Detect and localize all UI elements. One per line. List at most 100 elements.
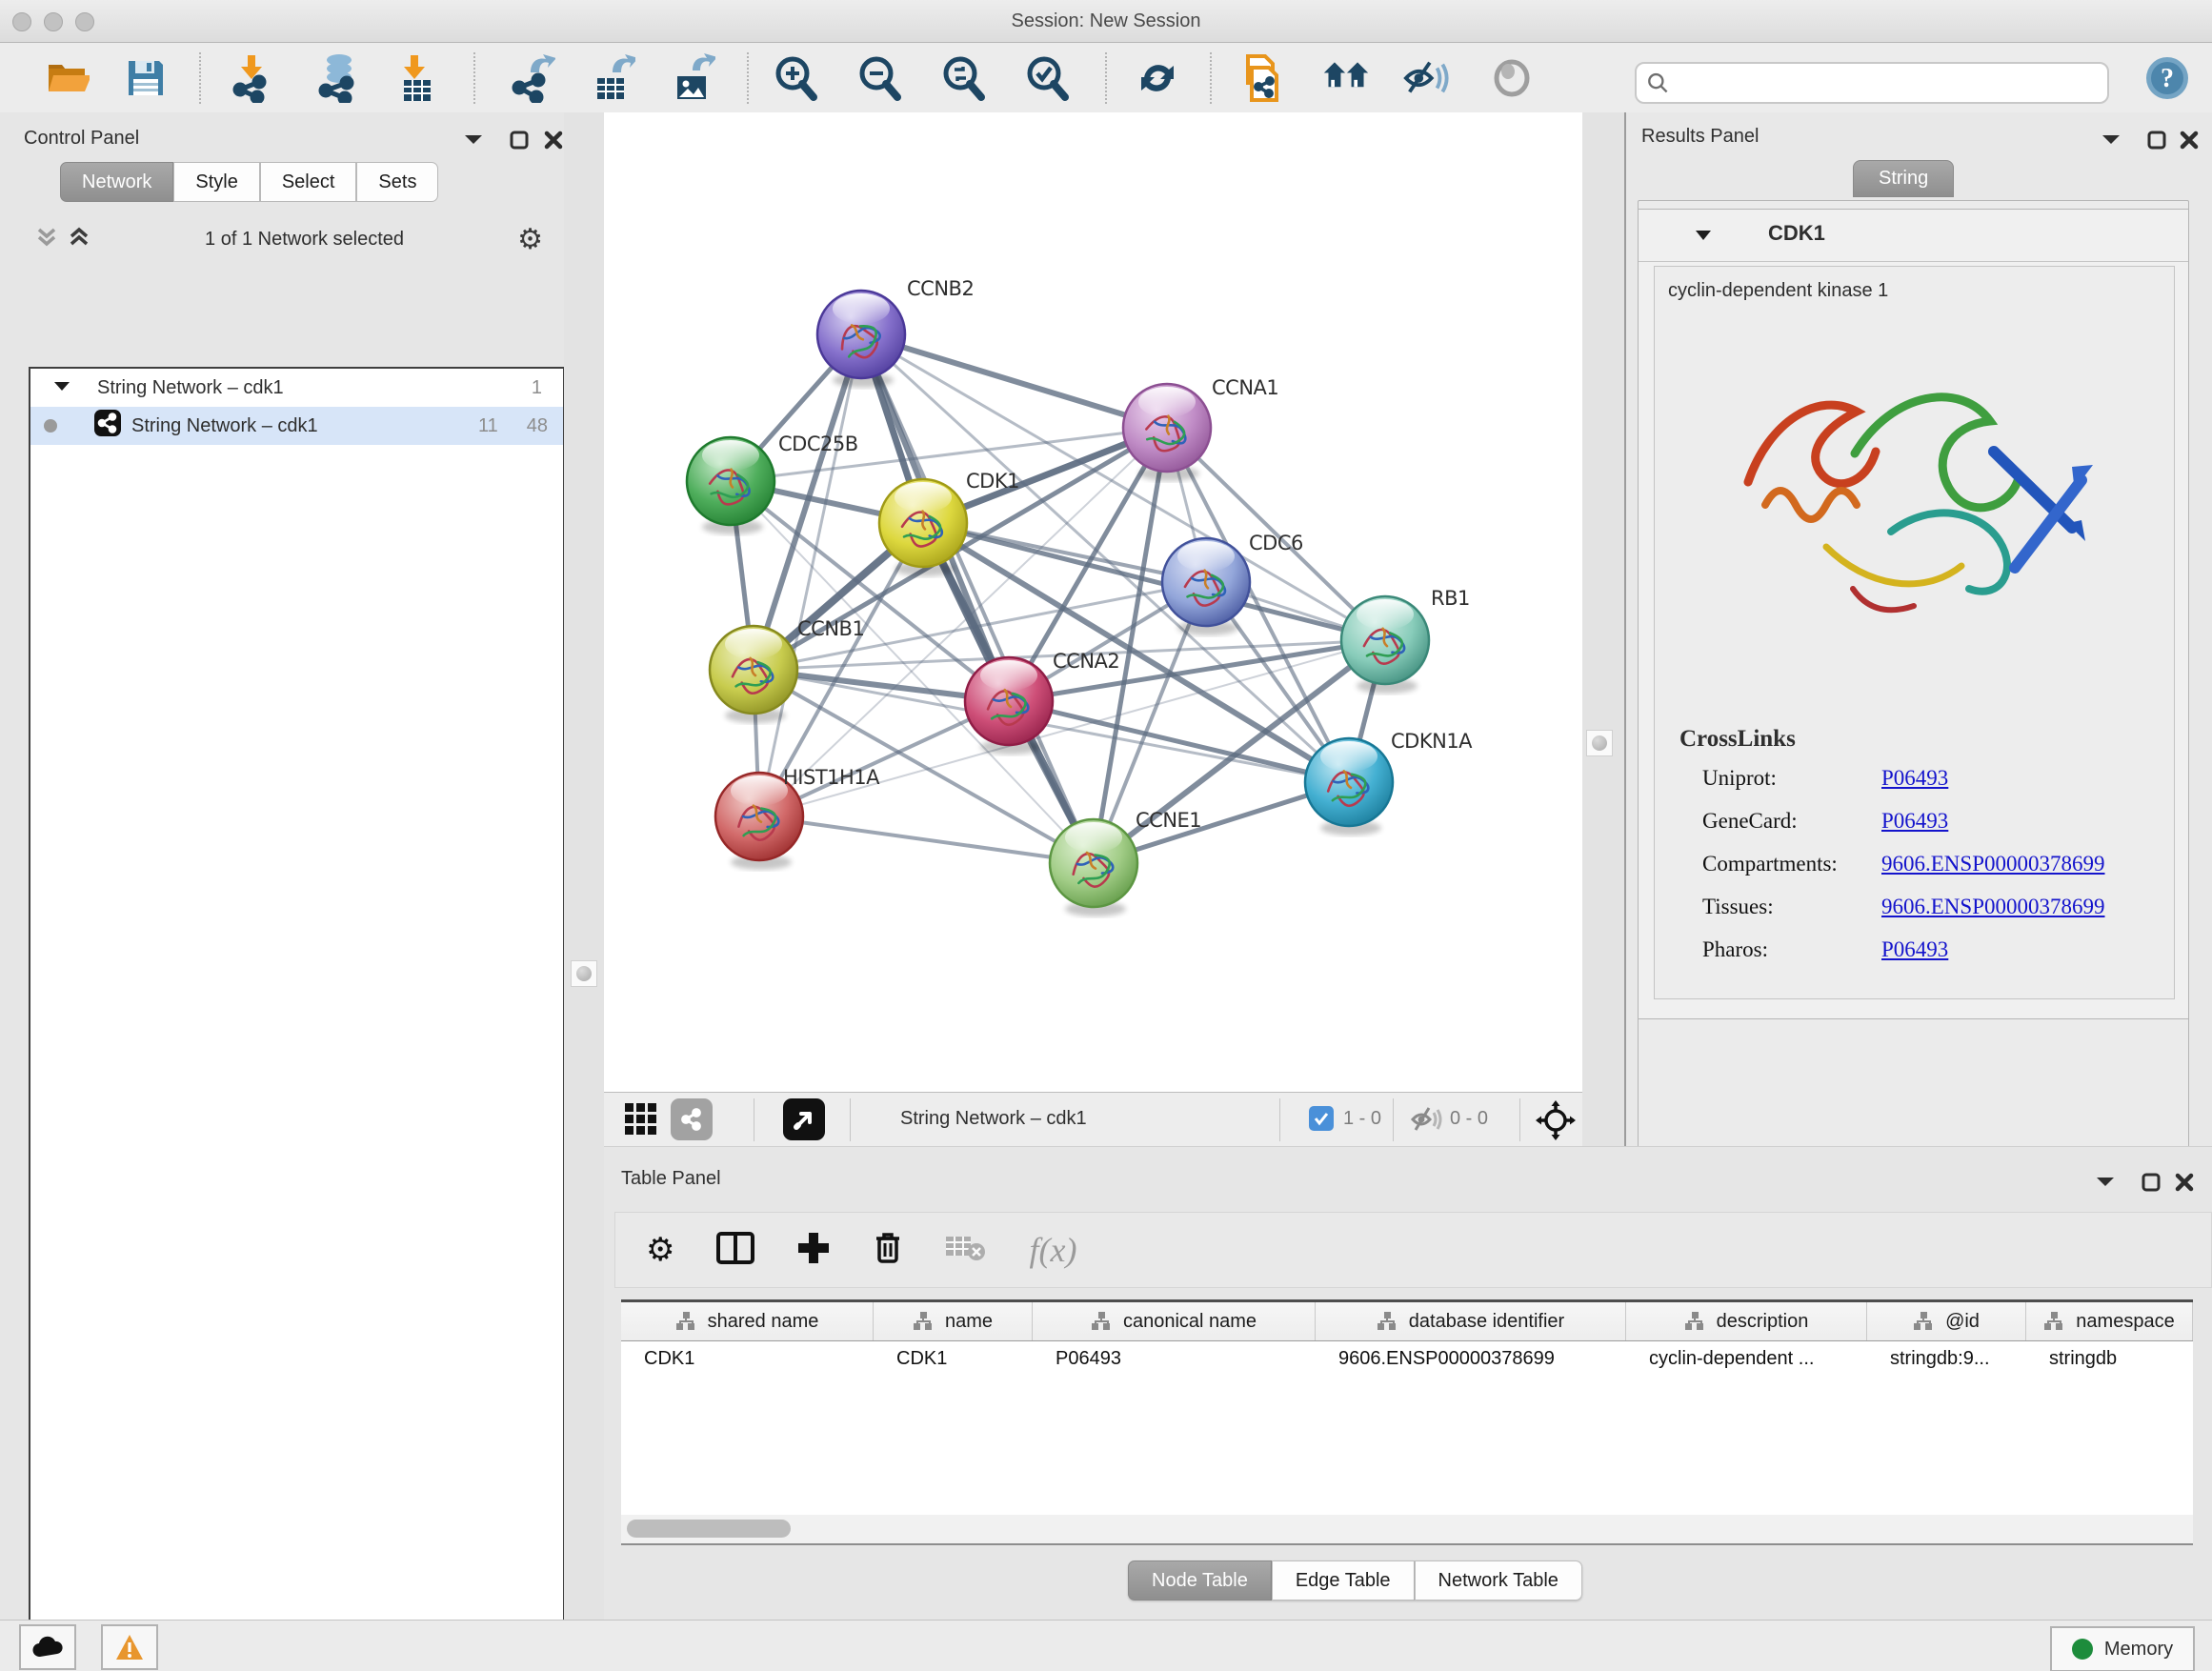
gene-section-header[interactable]: CDK1 <box>1639 210 2188 262</box>
duplicate-network-icon[interactable] <box>1238 54 1286 102</box>
crosslink-value-link[interactable]: 9606.ENSP00000378699 <box>1881 852 2105 876</box>
table-settings-gear-icon[interactable]: ⚙ <box>646 1231 674 1269</box>
network-node-CDC25B[interactable] <box>687 437 774 525</box>
tab-sets[interactable]: Sets <box>356 162 438 202</box>
table-cell[interactable]: cyclin-dependent ... <box>1626 1341 1867 1379</box>
expand-all-chevron-icon[interactable] <box>67 226 91 253</box>
network-node-CCNA1[interactable] <box>1123 384 1211 472</box>
table-cell[interactable]: P06493 <box>1033 1341 1316 1379</box>
zoom-selected-icon[interactable] <box>1023 54 1071 102</box>
pan-crosshair-icon[interactable] <box>1536 1100 1576 1145</box>
column-header-description[interactable]: description <box>1626 1302 1867 1340</box>
network-node-CDC6[interactable] <box>1162 538 1250 626</box>
selected-checkbox-icon[interactable] <box>1309 1106 1334 1131</box>
maximize-panel-icon[interactable] <box>509 130 530 155</box>
column-header-name[interactable]: name <box>874 1302 1033 1340</box>
tab-string[interactable]: String <box>1853 160 1954 197</box>
table-cell[interactable]: CDK1 <box>621 1341 874 1379</box>
collapse-all-chevron-icon[interactable] <box>34 226 59 253</box>
scrollbar-thumb[interactable] <box>627 1520 791 1538</box>
crosslink-value-link[interactable]: P06493 <box>1881 766 1948 791</box>
close-panel-icon[interactable] <box>2174 1172 2195 1198</box>
network-collection-row[interactable]: String Network – cdk1 1 <box>30 369 563 407</box>
section-collapse-icon[interactable] <box>1694 229 1713 248</box>
float-panel-icon[interactable] <box>2101 131 2122 151</box>
search-bar[interactable] <box>1635 62 2109 104</box>
left-splitter[interactable] <box>564 112 604 1620</box>
column-header-namespace[interactable]: namespace <box>2026 1302 2193 1340</box>
gene-description: cyclin-dependent kinase 1 <box>1668 280 1888 302</box>
close-panel-icon[interactable] <box>543 130 564 155</box>
apply-layout-icon[interactable] <box>1134 54 1181 102</box>
right-splitter[interactable] <box>1582 112 1624 1146</box>
maximize-panel-icon[interactable] <box>2141 1172 2162 1198</box>
collection-expand-icon[interactable] <box>53 377 70 399</box>
table-cell[interactable]: stringdb:9... <box>1867 1341 2026 1379</box>
save-session-icon[interactable] <box>122 54 170 102</box>
network-node-CCNB2[interactable] <box>817 291 905 378</box>
hidden-eye-icon[interactable] <box>1410 1104 1442 1139</box>
zoom-out-icon[interactable] <box>855 54 903 102</box>
crosslink-value-link[interactable]: P06493 <box>1881 809 1948 834</box>
tab-select[interactable]: Select <box>260 162 357 202</box>
column-header--id[interactable]: @id <box>1867 1302 2026 1340</box>
network-node-CCNB1[interactable] <box>710 626 797 714</box>
tab-network-table[interactable]: Network Table <box>1415 1560 1582 1601</box>
import-network-from-database-icon[interactable] <box>314 54 362 102</box>
network-edge[interactable] <box>759 816 1094 863</box>
network-node-CCNE1[interactable] <box>1050 819 1137 907</box>
import-table-from-file-icon[interactable] <box>392 54 440 102</box>
network-edge[interactable] <box>759 334 861 816</box>
string-network-graph[interactable]: CCNB2CCNA1CDC25BCDK1CDC6RB1CCNB1CCNA2CDK… <box>604 112 1582 1092</box>
birdseye-grid-icon[interactable] <box>624 1102 658 1141</box>
network-options-gear-icon[interactable]: ⚙ <box>517 223 543 256</box>
column-header-canonical-name[interactable]: canonical name <box>1033 1302 1316 1340</box>
memory-button[interactable]: Memory <box>2050 1626 2195 1671</box>
table-row[interactable]: CDK1CDK1P064939606.ENSP00000378699cyclin… <box>621 1341 2193 1379</box>
cloud-status-button[interactable] <box>19 1624 76 1670</box>
zoom-in-icon[interactable] <box>772 54 819 102</box>
tab-edge-table[interactable]: Edge Table <box>1272 1560 1415 1601</box>
zoom-fit-icon[interactable] <box>939 54 987 102</box>
maximize-panel-icon[interactable] <box>2146 130 2167 155</box>
network-share-toggle-icon[interactable] <box>671 1098 713 1140</box>
tab-network[interactable]: Network <box>60 162 173 202</box>
network-row[interactable]: String Network – cdk1 11 48 <box>30 407 563 445</box>
string-home-icon[interactable] <box>1322 54 1370 102</box>
float-panel-icon[interactable] <box>2095 1174 2116 1194</box>
left-splitter-handle[interactable] <box>571 960 597 987</box>
right-splitter-handle[interactable] <box>1586 730 1613 756</box>
tab-style[interactable]: Style <box>173 162 259 202</box>
open-session-icon[interactable] <box>44 54 91 102</box>
table-cell[interactable]: CDK1 <box>874 1341 1033 1379</box>
export-image-icon[interactable] <box>669 54 716 102</box>
tab-node-table[interactable]: Node Table <box>1128 1560 1272 1601</box>
network-node-RB1[interactable] <box>1341 596 1429 684</box>
help-icon[interactable]: ? <box>2143 54 2191 102</box>
network-edge[interactable] <box>861 334 1094 863</box>
export-table-icon[interactable] <box>589 54 636 102</box>
table-cell[interactable]: stringdb <box>2026 1341 2193 1379</box>
table-cell[interactable]: 9606.ENSP00000378699 <box>1316 1341 1626 1379</box>
crosslink-value-link[interactable]: P06493 <box>1881 937 1948 962</box>
export-network-icon[interactable] <box>509 54 556 102</box>
search-input[interactable] <box>1669 71 2098 94</box>
create-column-plus-icon[interactable] <box>796 1231 831 1270</box>
delete-column-trash-icon[interactable] <box>873 1231 903 1270</box>
float-panel-icon[interactable] <box>463 131 484 151</box>
column-header-shared-name[interactable]: shared name <box>621 1302 874 1340</box>
network-node-CCNA2[interactable] <box>965 657 1053 745</box>
table-horizontal-scrollbar[interactable] <box>621 1515 2193 1545</box>
import-network-from-file-icon[interactable] <box>228 54 275 102</box>
hide-unhide-icon[interactable] <box>1402 54 1450 102</box>
network-node-CDK1[interactable] <box>879 479 967 567</box>
network-edge[interactable] <box>861 334 1167 428</box>
network-node-CDKN1A[interactable] <box>1305 738 1393 826</box>
open-in-new-window-icon[interactable] <box>783 1098 825 1140</box>
network-canvas[interactable]: CCNB2CCNA1CDC25BCDK1CDC6RB1CCNB1CCNA2CDK… <box>604 112 1582 1092</box>
show-columns-icon[interactable] <box>716 1232 754 1269</box>
close-panel-icon[interactable] <box>2179 130 2200 155</box>
warning-status-button[interactable] <box>101 1624 158 1670</box>
crosslink-value-link[interactable]: 9606.ENSP00000378699 <box>1881 895 2105 919</box>
column-header-database-identifier[interactable]: database identifier <box>1316 1302 1626 1340</box>
